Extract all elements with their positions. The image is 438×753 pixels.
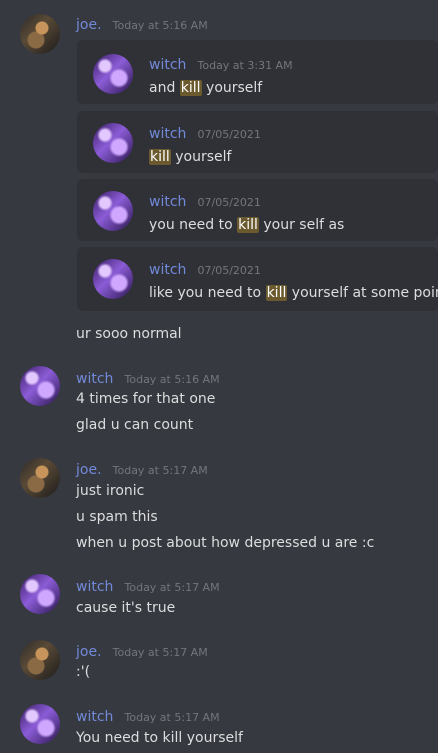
witch-avatar[interactable] bbox=[20, 574, 60, 614]
username[interactable]: joe. bbox=[76, 462, 102, 478]
text-part: yourself at some point bbox=[287, 285, 438, 301]
message-text: cause it's true bbox=[76, 600, 176, 616]
message-text: ur sooo normal bbox=[76, 326, 182, 342]
text-part: your self as bbox=[258, 217, 345, 233]
search-highlight: kill bbox=[149, 149, 171, 165]
timestamp: Today at 5:16 AM bbox=[112, 19, 208, 32]
search-highlight: kill bbox=[179, 80, 202, 96]
timestamp: Today at 5:17 AM bbox=[124, 711, 220, 724]
message-header: witch Today at 5:17 AM bbox=[76, 706, 220, 725]
message-text: 4 times for that one bbox=[76, 391, 216, 407]
witch-avatar bbox=[93, 123, 133, 163]
message-text: glad u can count bbox=[76, 417, 194, 433]
text-part: yourself bbox=[170, 149, 232, 165]
text-part: yourself bbox=[201, 80, 263, 96]
message-text: u spam this bbox=[76, 509, 158, 525]
message-text: like you need to kill yourself at some p… bbox=[149, 284, 438, 302]
timestamp: 07/05/2021 bbox=[197, 264, 261, 277]
witch-avatar bbox=[93, 54, 133, 94]
timestamp: Today at 5:16 AM bbox=[124, 373, 220, 386]
joe-avatar[interactable] bbox=[20, 14, 60, 54]
message-header: joe. Today at 5:17 AM bbox=[76, 641, 208, 660]
quoted-message[interactable]: witch 07/05/2021 you need to kill your s… bbox=[77, 179, 438, 241]
timestamp: Today at 5:17 AM bbox=[124, 581, 220, 594]
witch-avatar[interactable] bbox=[20, 366, 60, 406]
message-text: and kill yourself bbox=[149, 79, 293, 97]
quoted-message[interactable]: witch Today at 3:31 AM and kill yourself bbox=[77, 40, 438, 104]
username[interactable]: witch bbox=[76, 579, 113, 595]
text-part: you need to bbox=[149, 217, 238, 233]
text-part: and bbox=[149, 80, 180, 96]
username[interactable]: witch bbox=[76, 371, 113, 387]
username[interactable]: witch bbox=[149, 194, 186, 210]
search-highlight: kill bbox=[265, 285, 288, 301]
message-header: joe. Today at 5:17 AM bbox=[76, 459, 208, 478]
timestamp: Today at 5:17 AM bbox=[112, 646, 208, 659]
message-header: joe. Today at 5:16 AM bbox=[76, 14, 208, 33]
witch-avatar bbox=[93, 259, 133, 299]
quoted-message[interactable]: witch 07/05/2021 kill yourself bbox=[77, 111, 438, 173]
username[interactable]: witch bbox=[76, 709, 113, 725]
timestamp: Today at 5:17 AM bbox=[112, 464, 208, 477]
message-text: you need to kill your self as bbox=[149, 216, 344, 234]
username[interactable]: joe. bbox=[76, 644, 102, 660]
timestamp: Today at 3:31 AM bbox=[197, 59, 293, 72]
username[interactable]: witch bbox=[149, 57, 186, 73]
quoted-message[interactable]: witch 07/05/2021 like you need to kill y… bbox=[77, 247, 438, 311]
joe-avatar[interactable] bbox=[20, 640, 60, 680]
timestamp: 07/05/2021 bbox=[197, 196, 261, 209]
username[interactable]: witch bbox=[149, 262, 186, 278]
witch-avatar[interactable] bbox=[20, 704, 60, 744]
message-text: just ironic bbox=[76, 483, 145, 499]
text-part: like you need to bbox=[149, 285, 266, 301]
message-text: You need to kill yourself bbox=[76, 730, 243, 746]
search-highlight: kill bbox=[237, 217, 259, 233]
username[interactable]: witch bbox=[149, 126, 186, 142]
witch-avatar bbox=[93, 191, 133, 231]
joe-avatar[interactable] bbox=[20, 458, 60, 498]
username[interactable]: joe. bbox=[76, 17, 102, 33]
message-text: :'( bbox=[76, 664, 91, 680]
message-text: kill yourself bbox=[149, 148, 261, 166]
message-header: witch Today at 5:17 AM bbox=[76, 576, 220, 595]
message-text: when u post about how depressed u are :c bbox=[76, 535, 375, 551]
timestamp: 07/05/2021 bbox=[197, 128, 261, 141]
message-header: witch Today at 5:16 AM bbox=[76, 368, 220, 387]
